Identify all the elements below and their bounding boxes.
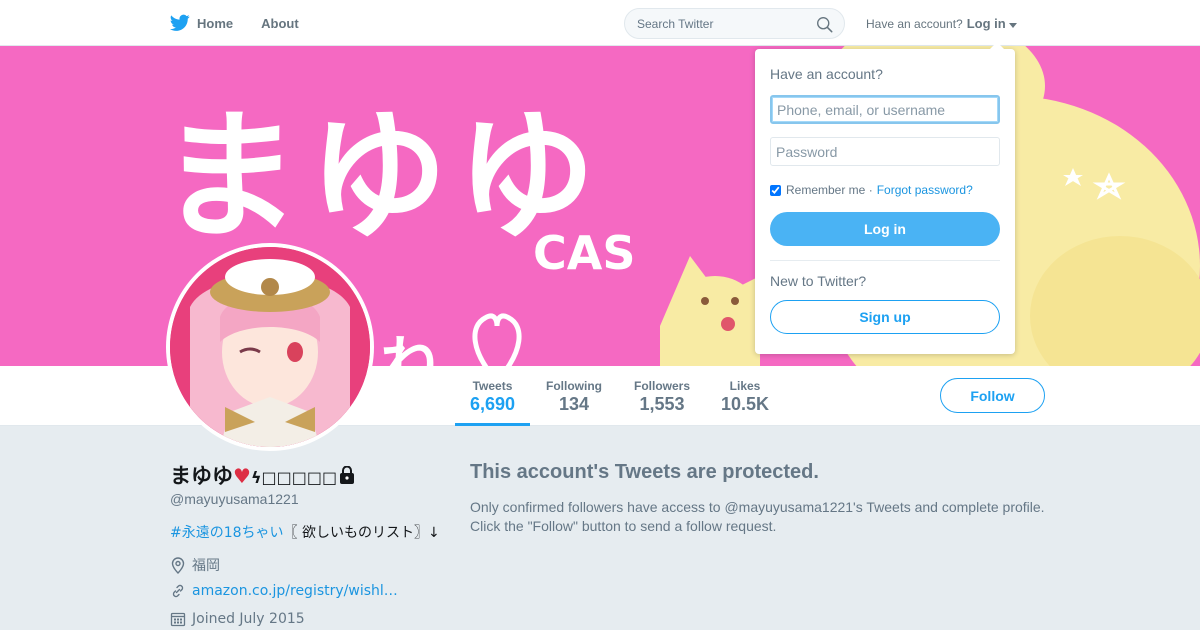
account-prompt: Have an account?: [866, 16, 963, 31]
stat-following-value: 134: [558, 394, 590, 414]
profile-website: amazon.co.jp/registry/wishl…: [170, 583, 398, 599]
lock-icon: [339, 465, 355, 489]
username-field[interactable]: [770, 95, 1000, 124]
location-text: 福岡: [192, 558, 220, 574]
stat-tweets[interactable]: Tweets 6,690: [455, 366, 530, 426]
global-nav: Home About: [170, 0, 327, 46]
stat-following[interactable]: Following 134: [540, 366, 608, 426]
follow-button[interactable]: Follow: [940, 378, 1045, 413]
protected-message: Only confirmed followers have access to …: [470, 499, 1045, 534]
heart-icon: ♥: [233, 464, 251, 488]
bio-text: 〖 欲しいものリスト〗↓: [283, 525, 440, 541]
website-link[interactable]: amazon.co.jp/registry/wishl…: [192, 583, 398, 599]
banner-text-cas: CAS: [533, 226, 636, 280]
joined-text: Joined July 2015: [192, 611, 305, 627]
avatar[interactable]: [166, 243, 374, 451]
stat-likes[interactable]: Likes 10.5K: [715, 366, 775, 426]
login-link-label: Log in: [966, 16, 1006, 31]
nav-home-label: Home: [197, 15, 234, 31]
login-dropdown: Have an account? Remember me · Forgot pa…: [755, 42, 1015, 354]
login-dropdown-title: Have an account?: [770, 66, 883, 82]
stat-tweets-value: 6,690: [469, 394, 516, 414]
profile-location: 福岡: [170, 555, 220, 575]
banner-text-ne: ね: [380, 330, 440, 366]
chevron-down-icon: [1008, 23, 1017, 28]
avatar-illustration: [170, 247, 370, 447]
stat-likes-label: Likes: [729, 379, 761, 393]
profile-name: まゆゆ♥ϟ□□□□□: [170, 460, 355, 490]
separator-dot: ·: [868, 183, 873, 197]
login-button[interactable]: Log in: [770, 212, 1000, 246]
stat-followers[interactable]: Followers 1,553: [626, 366, 698, 426]
new-to-twitter-prompt: New to Twitter?: [770, 273, 867, 289]
location-pin-icon: [171, 556, 185, 574]
remember-me-checkbox[interactable]: [770, 184, 781, 196]
avatar-image: [170, 247, 370, 447]
nav-home-link[interactable]: Home: [170, 14, 233, 32]
search-icon[interactable]: [816, 16, 833, 33]
stat-tweets-label: Tweets: [472, 379, 513, 393]
remember-row: Remember me · Forgot password?: [770, 183, 973, 197]
profile-joined: Joined July 2015: [170, 611, 305, 627]
profile-name-suffix: ϟ□□□□□: [250, 468, 338, 487]
dropdown-divider: [770, 260, 1000, 261]
forgot-password-link[interactable]: Forgot password?: [877, 183, 973, 197]
nav-about-label: About: [261, 15, 299, 31]
search-input[interactable]: [637, 16, 807, 31]
top-navigation-bar: Home About Have an account? Log in: [0, 0, 1200, 46]
login-dropdown-toggle[interactable]: Log in: [967, 16, 1017, 31]
remember-me-label: Remember me: [786, 183, 866, 197]
stat-followers-value: 1,553: [639, 394, 685, 414]
bio-hashtag-link[interactable]: #永遠の18ちゃい: [170, 525, 284, 541]
profile-handle: @mayuyusama1221: [170, 491, 299, 507]
nav-about-link[interactable]: About: [261, 16, 299, 31]
stat-followers-label: Followers: [633, 379, 690, 393]
link-icon: [172, 584, 184, 598]
search-box[interactable]: [624, 8, 845, 39]
twitter-bird-icon: [170, 14, 190, 31]
calendar-icon: [170, 612, 186, 627]
protected-title: This account's Tweets are protected.: [470, 461, 819, 483]
signup-button[interactable]: Sign up: [770, 300, 1000, 334]
stat-following-label: Following: [546, 379, 602, 393]
profile-name-text: まゆゆ: [170, 464, 233, 488]
stat-likes-value: 10.5K: [720, 394, 770, 414]
account-menu: Have an account? Log in: [866, 16, 1017, 31]
password-field[interactable]: [770, 137, 1000, 166]
profile-bio: #永遠の18ちゃい〖 欲しいものリスト〗↓: [170, 522, 440, 542]
